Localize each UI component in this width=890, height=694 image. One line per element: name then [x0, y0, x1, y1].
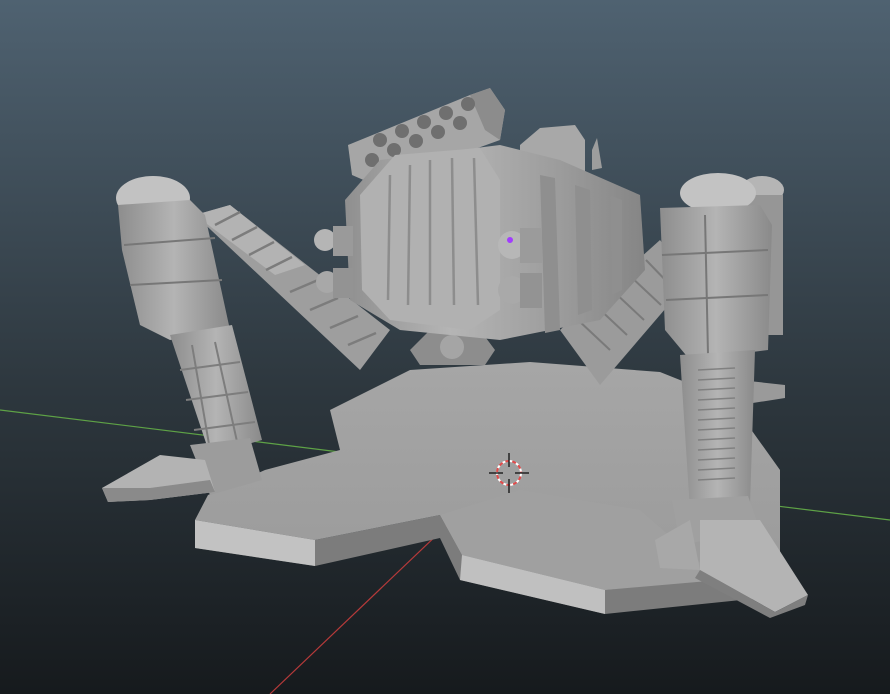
joint-ball — [314, 229, 336, 251]
selected-vertex[interactable] — [507, 237, 513, 243]
viewport-canvas[interactable] — [0, 0, 890, 694]
right-upper-block — [660, 205, 772, 360]
rear-leg-joint — [440, 335, 464, 359]
right-shin — [680, 350, 755, 510]
3d-viewport[interactable] — [0, 0, 890, 694]
